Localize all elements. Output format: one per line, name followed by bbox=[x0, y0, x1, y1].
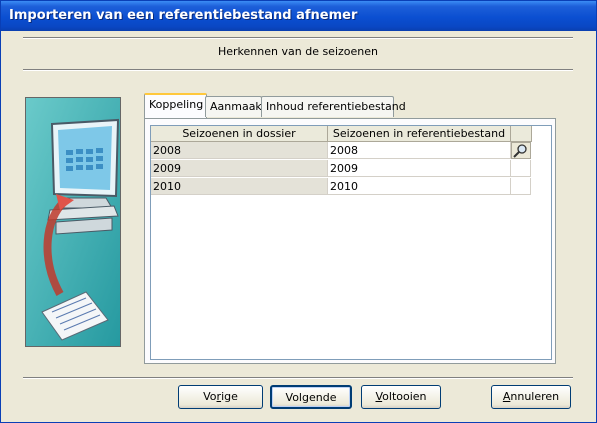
cancel-label-post: nnuleren bbox=[510, 390, 560, 403]
cell-lookup-empty bbox=[511, 178, 531, 195]
cell-referentie[interactable]: 2010 bbox=[328, 178, 511, 195]
column-header-referentie[interactable]: Seizoenen in referentiebestand bbox=[328, 126, 511, 142]
cell-dossier[interactable]: 2008 bbox=[151, 142, 328, 159]
next-label: Volgende bbox=[285, 391, 337, 404]
cell-referentie[interactable]: 2009 bbox=[328, 160, 511, 177]
previous-label-pre: Vo bbox=[203, 390, 217, 403]
column-header-dossier[interactable]: Seizoenen in dossier bbox=[151, 126, 328, 142]
tab-panel-koppeling: Seizoenen in dossier Seizoenen in refere… bbox=[144, 118, 556, 364]
title-bar[interactable]: Importeren van een referentiebestand afn… bbox=[1, 1, 596, 31]
next-button[interactable]: Volgende bbox=[270, 385, 352, 409]
header-divider-top bbox=[23, 37, 573, 39]
column-header-lookup bbox=[511, 126, 532, 142]
cancel-button[interactable]: Annuleren bbox=[491, 385, 571, 409]
lookup-button[interactable] bbox=[511, 142, 531, 159]
tab-koppeling[interactable]: Koppeling bbox=[144, 93, 207, 118]
footer-divider bbox=[23, 377, 573, 379]
grid-header: Seizoenen in dossier Seizoenen in refere… bbox=[151, 126, 551, 142]
cell-lookup-empty bbox=[511, 160, 531, 177]
previous-button[interactable]: Vorige bbox=[178, 385, 263, 409]
page-subtitle: Herkennen van de seizoenen bbox=[218, 45, 378, 58]
tab-aanmaak[interactable]: Aanmaak bbox=[205, 96, 262, 117]
tab-inhoud-referentiebestand[interactable]: Inhoud referentiebestand bbox=[261, 96, 406, 117]
window-title: Importeren van een referentiebestand afn… bbox=[9, 8, 358, 23]
magnifier-icon bbox=[513, 144, 527, 158]
wizard-window: Importeren van een referentiebestand afn… bbox=[0, 0, 597, 423]
seasons-grid[interactable]: Seizoenen in dossier Seizoenen in refere… bbox=[150, 125, 552, 360]
header-divider-bottom bbox=[23, 69, 573, 71]
finish-label-post: oltooien bbox=[382, 390, 427, 403]
cell-dossier[interactable]: 2009 bbox=[151, 160, 328, 177]
cell-referentie[interactable]: 2008 bbox=[328, 142, 511, 159]
cell-dossier[interactable]: 2010 bbox=[151, 178, 328, 195]
wizard-illustration bbox=[25, 97, 121, 347]
finish-button[interactable]: Voltooien bbox=[361, 385, 441, 409]
previous-label-post: ige bbox=[221, 390, 238, 403]
